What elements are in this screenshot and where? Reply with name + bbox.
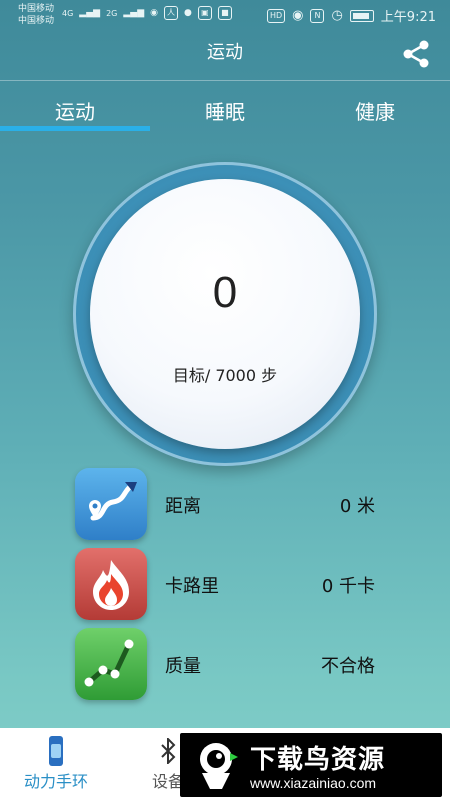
- quality-label: 质量: [165, 656, 201, 677]
- signal-icon: ▂▄▆: [79, 8, 101, 18]
- network-2-label: 2G: [106, 8, 118, 18]
- nfc-icon: N: [310, 8, 325, 23]
- stat-quality: 质量 不合格: [75, 628, 385, 700]
- step-count: 0: [212, 268, 238, 317]
- watermark-title: 下载鸟资源: [250, 745, 386, 775]
- carrier-info: 中国移动 中国移动: [18, 3, 54, 27]
- band-icon: [49, 736, 63, 766]
- share-icon[interactable]: [400, 40, 432, 68]
- header-divider: [0, 80, 450, 81]
- title-bar: 运动: [0, 30, 450, 76]
- stat-distance: 距离 0 米: [75, 468, 385, 540]
- page-title: 运动: [207, 42, 243, 63]
- trend-icon: [75, 628, 147, 700]
- stat-calories: 卡路里 0 千卡: [75, 548, 385, 620]
- status-bar: 中国移动 中国移动 4G ▂▄▆ 2G ▂▄▆ ◉ 人 ● ▣ ■ HD ◉ N…: [0, 0, 450, 30]
- step-goal: 目标/ 7000 步: [172, 366, 278, 385]
- route-icon: [75, 468, 147, 540]
- status-icons-left: 4G ▂▄▆ 2G ▂▄▆ ◉ 人 ● ▣ ■: [62, 6, 232, 20]
- app-icon: ■: [217, 6, 232, 20]
- alarm-icon: ◷: [331, 8, 343, 23]
- tab-sleep[interactable]: 睡眠: [150, 90, 300, 134]
- watermark-banner: 下载鸟资源 www.xiazainiao.com: [180, 733, 442, 797]
- network-1-label: 4G: [62, 8, 74, 18]
- running-app-icon: 人: [163, 6, 178, 20]
- signal-2-icon: ▂▄▆: [123, 8, 145, 18]
- carrier-2: 中国移动: [18, 16, 55, 26]
- tab-health[interactable]: 健康: [300, 90, 450, 134]
- bluetooth-icon: [161, 738, 176, 764]
- hotspot-icon: ◉: [150, 8, 158, 18]
- gallery-icon: ▣: [197, 6, 212, 20]
- clock: 上午9:21: [380, 10, 436, 25]
- status-icons-right: HD ◉ N ◷ 上午9:21: [267, 6, 436, 25]
- distance-label: 距离: [165, 496, 201, 517]
- chat-icon: ●: [183, 8, 192, 18]
- watermark-url: www.xiazainiao.com: [250, 775, 377, 791]
- nav-item-band[interactable]: 动力手环: [0, 728, 112, 800]
- calories-label: 卡路里: [165, 576, 219, 597]
- distance-value: 0 米: [339, 496, 375, 517]
- tab-indicator: [0, 126, 150, 131]
- hd-badge: HD: [267, 8, 286, 23]
- bird-logo-icon: [192, 739, 240, 791]
- carrier-1: 中国移动: [18, 4, 55, 14]
- nav-label-band: 动力手环: [23, 772, 88, 791]
- calories-value: 0 千卡: [321, 576, 375, 597]
- battery-icon: [349, 9, 374, 22]
- flame-icon: [75, 548, 147, 620]
- quality-value: 不合格: [321, 656, 375, 677]
- eye-icon: ◉: [292, 8, 304, 23]
